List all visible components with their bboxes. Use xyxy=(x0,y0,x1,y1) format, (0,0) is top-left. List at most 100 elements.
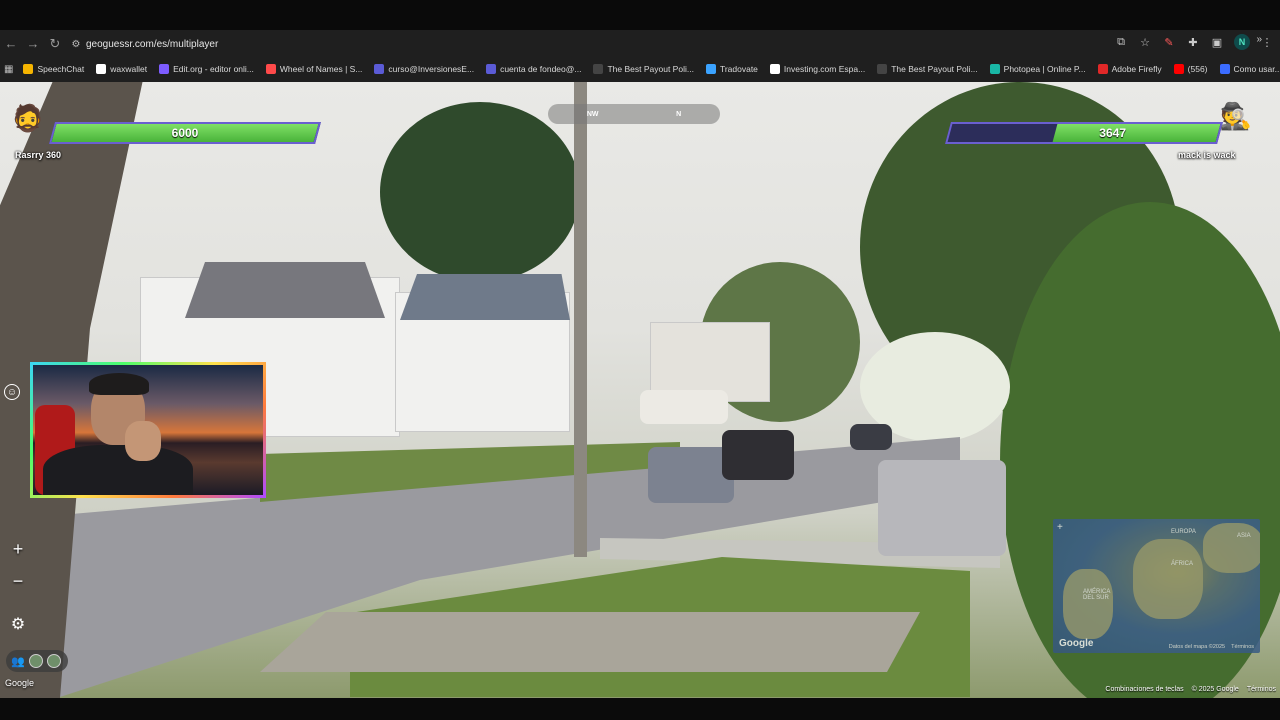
bookmark-label: Adobe Firefly xyxy=(1111,64,1162,74)
bookmark-favicon-icon xyxy=(1173,64,1184,74)
minimap-land xyxy=(1203,523,1260,573)
bookmark-item[interactable]: Tradovate xyxy=(705,64,758,74)
scene-car xyxy=(722,430,794,480)
site-settings-icon[interactable]: ⚙ xyxy=(66,39,86,50)
bookmark-item[interactable]: SpeechChat xyxy=(23,64,84,74)
player-mini-avatar xyxy=(28,654,43,668)
scene-car xyxy=(850,424,892,450)
zoom-in-icon[interactable]: + xyxy=(6,537,30,561)
bookmark-label: cuenta de fondeo@... xyxy=(500,64,582,74)
bookmarks-bar: ▦ SpeechChat waxwallet Edit.org - editor o… xyxy=(0,58,1280,80)
emote-icon[interactable]: ☺ xyxy=(4,384,20,400)
bookmark-favicon-icon xyxy=(877,64,888,74)
bookmark-item[interactable]: (556) xyxy=(1173,64,1208,74)
bookmark-favicon-icon xyxy=(705,64,716,74)
scene-roof xyxy=(185,262,385,318)
browser-chrome: ← → ↻ ⚙ geoguessr.com/es/multiplayer ⧉ ☆… xyxy=(0,30,1280,82)
scene-gravel xyxy=(260,612,920,672)
minimap-land xyxy=(1133,539,1203,619)
keyboard-shortcuts-link[interactable]: Combinaciones de teclas xyxy=(1105,686,1183,693)
install-app-icon[interactable]: ⧉ xyxy=(1114,36,1128,49)
bookmark-item[interactable]: curso@InversionesE... xyxy=(374,64,474,74)
bookmark-label: curso@InversionesE... xyxy=(388,64,475,74)
bookmark-item[interactable]: Adobe Firefly xyxy=(1097,64,1162,74)
minimap-label-africa: ÁFRICA xyxy=(1171,561,1194,567)
scene-tree xyxy=(380,102,580,282)
extensions-puzzle-icon[interactable]: ✚ xyxy=(1186,36,1200,49)
minimap-label-europe: EUROPA xyxy=(1171,529,1196,535)
compass-bar[interactable]: NW N xyxy=(548,104,720,124)
bookmark-item[interactable]: Investing.com Espa... xyxy=(769,64,866,74)
bookmark-label: Wheel of Names | S... xyxy=(279,64,363,74)
bookmark-item[interactable]: Edit.org - editor onli... xyxy=(159,64,254,74)
bookmark-favicon-icon xyxy=(265,64,276,74)
player-right-name: mack is wack xyxy=(1178,150,1236,160)
settings-gear-icon[interactable]: ⚙ xyxy=(6,612,30,636)
bookmark-item[interactable]: The Best Payout Poli... xyxy=(593,64,694,74)
map-attribution: Combinaciones de teclas © 2025 Google Té… xyxy=(1105,686,1276,693)
minimap-label-asia: ASIA xyxy=(1237,533,1251,539)
extension-pen-icon[interactable]: ✎ xyxy=(1162,36,1176,49)
guess-minimap[interactable]: + EUROPA ÁFRICA AMÉRICA DEL SUR ASIA Goo… xyxy=(1053,519,1260,653)
reload-icon[interactable]: ↻ xyxy=(44,33,66,55)
forward-icon[interactable]: → xyxy=(22,33,44,55)
player-right-score: 3647 xyxy=(1099,126,1126,140)
bookmarks-overflow-icon[interactable]: » xyxy=(1256,34,1262,45)
bookmark-label: Como usar... xyxy=(1233,64,1280,74)
bookmark-favicon-icon xyxy=(159,64,170,74)
minimap-land xyxy=(1063,569,1113,639)
people-icon: 👥 xyxy=(11,655,25,668)
bookmark-favicon-icon xyxy=(486,64,497,74)
menu-kebab-icon[interactable]: ⋮ xyxy=(1260,36,1274,49)
minimap-expand-icon[interactable]: + xyxy=(1057,522,1063,533)
player-mini-avatar xyxy=(46,654,61,668)
bookmark-label: Edit.org - editor onli... xyxy=(173,64,254,74)
bookmark-item[interactable]: Wheel of Names | S... xyxy=(265,64,363,74)
minimap-map-data: Datos del mapa ©2025 xyxy=(1168,644,1226,650)
side-panel-icon[interactable]: ▣ xyxy=(1210,36,1224,49)
bookmark-label: The Best Payout Poli... xyxy=(891,64,978,74)
bookmark-label: Tradovate xyxy=(719,64,758,74)
bookmark-item[interactable]: cuenta de fondeo@... xyxy=(486,64,581,74)
player-left-avatar: 🧔 xyxy=(11,102,45,133)
street-view-panorama[interactable]: NW N 🧔 6000 Rasrry 360 3647 🕵 mack is wa… xyxy=(0,82,1280,698)
url-text: geoguessr.com/es/multiplayer xyxy=(86,38,219,50)
webcam-person-hand xyxy=(125,421,161,461)
terms-link[interactable]: Términos xyxy=(1247,686,1276,693)
bookmark-favicon-icon xyxy=(1219,64,1230,74)
navigation-row: ← → ↻ ⚙ geoguessr.com/es/multiplayer ⧉ ☆… xyxy=(0,30,1280,57)
bookmark-label: (556) xyxy=(1187,64,1208,74)
player-right-health-bar: 3647 xyxy=(945,122,1223,144)
bookmark-item[interactable]: Photopea | Online P... xyxy=(989,64,1086,74)
toolbar-actions: ⧉ ☆ ✎ ✚ ▣ N ⋮ xyxy=(1114,34,1274,50)
webcam-person-hair xyxy=(89,373,149,395)
address-bar[interactable]: ⚙ geoguessr.com/es/multiplayer xyxy=(66,33,1066,55)
back-icon[interactable]: ← xyxy=(0,33,22,55)
bookmark-favicon-icon xyxy=(769,64,780,74)
bookmark-label: Investing.com Espa... xyxy=(783,64,866,74)
top-letterbox xyxy=(0,0,1280,30)
apps-grid-icon[interactable]: ▦ xyxy=(4,64,13,75)
scene-car xyxy=(878,460,1006,556)
minimap-label-south-america: AMÉRICA DEL SUR xyxy=(1083,589,1111,601)
copyright-text: © 2025 Google xyxy=(1191,686,1239,693)
minimap-terms-link[interactable]: Términos xyxy=(1231,644,1254,650)
compass-n: N xyxy=(676,110,682,118)
bookmark-favicon-icon xyxy=(593,64,604,74)
bookmark-star-icon[interactable]: ☆ xyxy=(1138,36,1152,49)
webcam-overlay xyxy=(30,362,266,498)
players-panel-button[interactable]: 👥 xyxy=(6,650,68,672)
player-left-health-bar: 6000 xyxy=(49,122,321,144)
minimap-google-logo: Google xyxy=(1059,638,1094,649)
bookmark-item[interactable]: waxwallet xyxy=(96,64,147,74)
bookmark-favicon-icon xyxy=(1097,64,1108,74)
bookmark-label: waxwallet xyxy=(110,64,148,74)
bottom-letterbox xyxy=(0,698,1280,720)
player-left-score: 6000 xyxy=(171,126,199,140)
minimap-footer: Datos del mapa ©2025 Términos xyxy=(1169,644,1254,650)
bookmark-item[interactable]: Como usar... xyxy=(1219,64,1280,74)
profile-avatar-icon[interactable]: N xyxy=(1234,34,1250,50)
bookmark-item[interactable]: The Best Payout Poli... xyxy=(877,64,978,74)
zoom-out-icon[interactable]: − xyxy=(6,569,30,593)
compass-nw: NW xyxy=(586,110,599,118)
